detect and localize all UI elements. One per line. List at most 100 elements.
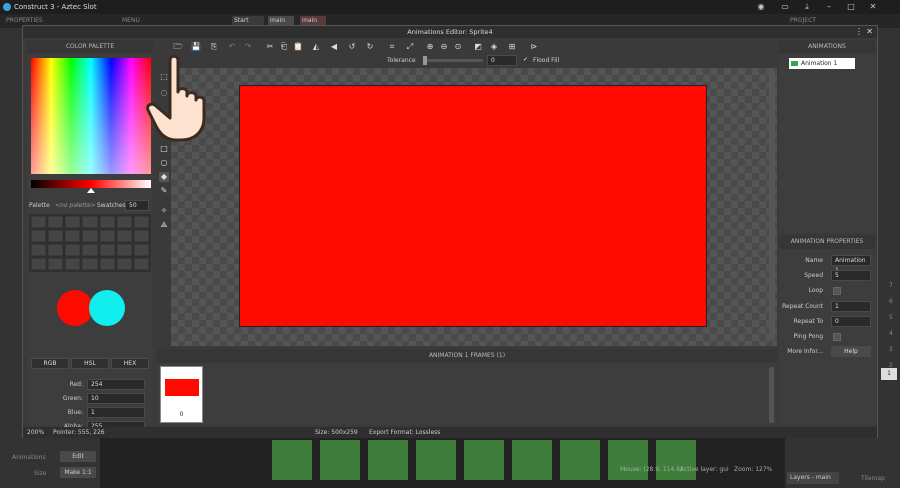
- make-1-1-button[interactable]: Make 1:1: [60, 467, 96, 478]
- swatch[interactable]: [31, 230, 47, 242]
- swatch[interactable]: [65, 230, 81, 242]
- palette-select[interactable]: <no palette>: [55, 202, 96, 209]
- rgb-button[interactable]: RGB: [31, 358, 69, 369]
- ping-pong-checkbox[interactable]: [833, 333, 841, 341]
- swatch[interactable]: [82, 216, 98, 228]
- color-picker-area[interactable]: [31, 58, 151, 174]
- open-folder-icon[interactable]: 🗁: [173, 42, 183, 52]
- swatch[interactable]: [133, 244, 149, 256]
- swatch[interactable]: [31, 258, 47, 270]
- swatch[interactable]: [65, 216, 81, 228]
- swatch[interactable]: [31, 216, 47, 228]
- swatch[interactable]: [116, 216, 132, 228]
- sprite-image[interactable]: [239, 85, 707, 327]
- resize-icon[interactable]: ⤢: [405, 42, 415, 52]
- close-icon[interactable]: ✕: [866, 26, 873, 38]
- swatch[interactable]: [82, 258, 98, 270]
- tilemap-tab[interactable]: Tilemap: [861, 475, 885, 482]
- more-options-icon[interactable]: ⋮: [855, 26, 863, 38]
- repeat-count-input[interactable]: 1: [831, 301, 871, 312]
- ellipse-icon[interactable]: ○: [159, 158, 169, 168]
- tolerance-input[interactable]: 0: [487, 55, 517, 66]
- swatch[interactable]: [48, 244, 64, 256]
- swatch-grid[interactable]: [29, 214, 151, 272]
- layer-number: 3: [889, 346, 893, 353]
- layers-tab[interactable]: Layers - main: [787, 472, 839, 484]
- swatch[interactable]: [116, 258, 132, 270]
- layer-number-selected[interactable]: 1: [881, 368, 897, 380]
- loop-checkbox[interactable]: [833, 287, 841, 295]
- flip-icon[interactable]: ◀: [329, 42, 339, 52]
- lightness-handle[interactable]: [87, 188, 95, 193]
- save-icon[interactable]: 💾: [191, 42, 201, 52]
- background-icon[interactable]: ◩: [473, 42, 483, 52]
- swatch[interactable]: [48, 230, 64, 242]
- user-icon[interactable]: ◉: [752, 0, 770, 14]
- swatch[interactable]: [82, 230, 98, 242]
- zoom-reset-icon[interactable]: ⊙: [453, 42, 463, 52]
- swatch[interactable]: [133, 258, 149, 270]
- animations-edit-button[interactable]: Edit: [60, 451, 96, 462]
- mirror-icon[interactable]: ◭: [311, 42, 321, 52]
- swatch[interactable]: [99, 244, 115, 256]
- tolerance-slider-handle[interactable]: [423, 56, 427, 65]
- maximize-icon[interactable]: □: [842, 0, 860, 14]
- swatch[interactable]: [99, 258, 115, 270]
- minimize-icon[interactable]: –: [820, 0, 838, 14]
- name-input[interactable]: Animation 1: [831, 255, 871, 274]
- swatch[interactable]: [133, 216, 149, 228]
- swatch[interactable]: [65, 244, 81, 256]
- secondary-color-swatch[interactable]: [89, 290, 125, 326]
- frame-thumbnail[interactable]: 0: [160, 366, 203, 423]
- hsl-button[interactable]: HSL: [71, 358, 109, 369]
- close-window-icon[interactable]: ✕: [864, 0, 882, 14]
- swatch[interactable]: [82, 244, 98, 256]
- swatches-input[interactable]: 50: [125, 200, 149, 211]
- zoom-in-icon[interactable]: ⊕: [425, 42, 435, 52]
- repeat-to-input[interactable]: 0: [831, 316, 871, 327]
- swatch[interactable]: [99, 216, 115, 228]
- primary-color-swatch[interactable]: [57, 290, 93, 326]
- rotate-cw-icon[interactable]: ↻: [365, 42, 375, 52]
- redo-icon[interactable]: ↷: [243, 42, 253, 52]
- download-icon[interactable]: ⤓: [798, 0, 816, 14]
- rotate-ccw-icon[interactable]: ↺: [347, 42, 357, 52]
- lightness-slider[interactable]: [31, 180, 151, 188]
- copy-icon[interactable]: ⎗: [279, 42, 289, 52]
- animation-list-item[interactable]: Animation 1: [789, 58, 855, 69]
- menu-button[interactable]: MENU: [122, 17, 140, 24]
- grid-icon[interactable]: ⊞: [507, 42, 517, 52]
- swatch[interactable]: [48, 216, 64, 228]
- paste-icon[interactable]: 📋: [293, 42, 303, 52]
- crop-icon[interactable]: ⌗: [387, 42, 397, 52]
- red-input[interactable]: 254: [87, 379, 145, 390]
- export-icon[interactable]: ⎘: [209, 42, 219, 52]
- swatch[interactable]: [116, 230, 132, 242]
- eyedropper-icon[interactable]: ✎: [159, 186, 169, 196]
- hex-button[interactable]: HEX: [111, 358, 149, 369]
- swatch[interactable]: [48, 258, 64, 270]
- speed-input[interactable]: 5: [831, 270, 871, 281]
- flood-fill-checkbox[interactable]: ✓: [523, 56, 528, 63]
- play-icon[interactable]: ⊳: [529, 42, 539, 52]
- swatch[interactable]: [133, 230, 149, 242]
- cut-icon[interactable]: ✂: [265, 42, 275, 52]
- fill-bucket-icon[interactable]: ◆: [159, 172, 169, 182]
- swatch[interactable]: [65, 258, 81, 270]
- green-input[interactable]: 10: [87, 393, 145, 404]
- canvas-scrollbar[interactable]: [769, 70, 775, 340]
- undo-icon[interactable]: ↶: [227, 42, 237, 52]
- collision-polygon-icon[interactable]: ⟁: [159, 220, 169, 230]
- origin-point-icon[interactable]: ✧: [159, 206, 169, 216]
- swatch[interactable]: [116, 244, 132, 256]
- layers-icon[interactable]: ◈: [489, 42, 499, 52]
- tolerance-slider[interactable]: [423, 59, 483, 62]
- swatch[interactable]: [99, 230, 115, 242]
- frames-scrollbar[interactable]: [769, 367, 774, 423]
- rectangle-icon[interactable]: □: [159, 144, 169, 154]
- help-button[interactable]: Help: [831, 346, 871, 357]
- zoom-out-icon[interactable]: ⊖: [439, 42, 449, 52]
- document-icon[interactable]: ▭: [776, 0, 794, 14]
- blue-input[interactable]: 1: [87, 407, 145, 418]
- swatch[interactable]: [31, 244, 47, 256]
